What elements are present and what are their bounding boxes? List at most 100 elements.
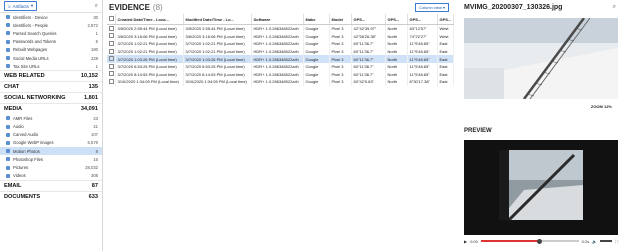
artifact-icon	[6, 56, 10, 61]
row-checkbox[interactable]	[107, 24, 116, 33]
table-row[interactable]: 3/7/2020 1:03:26 PM (Local time) 3/7/2020…	[107, 55, 454, 63]
row-checkbox[interactable]	[107, 40, 116, 48]
sidebar-item[interactable]: Social Media URLs 228	[0, 54, 102, 62]
sidebar-item[interactable]: Motion Photos 8	[0, 147, 102, 156]
search-icon[interactable]: ⌕	[613, 4, 616, 11]
table-cell: 3/7/2020 1:02:21 PM (Local time)	[115, 40, 184, 48]
sidebar-item[interactable]: Identifiers - People 2,872	[0, 21, 102, 29]
table-cell: East	[437, 78, 454, 86]
sidebar-category-count: 34,091	[80, 106, 98, 113]
row-checkbox[interactable]	[107, 70, 116, 79]
table-row[interactable]: 3/7/2020 6:53:25 PM (Local time) 3/7/2020…	[107, 62, 454, 71]
column-view-dropdown[interactable]: Column view ▾	[414, 2, 449, 12]
sidebar-item[interactable]: Tax Site URLs 1	[0, 62, 102, 70]
table-cell: Google	[303, 40, 330, 48]
table-cell: HDR+ 1.0.286348522zdh	[251, 47, 304, 56]
seek-bar[interactable]	[480, 238, 579, 244]
column-header[interactable]: Model	[329, 14, 352, 25]
table-cell: 11°5'48.65"	[407, 47, 438, 56]
table-cell: North	[385, 32, 408, 41]
sidebar-item[interactable]: AMR Files 23	[0, 114, 102, 122]
column-header[interactable]: GPS...	[437, 14, 454, 25]
photo-image	[464, 18, 618, 99]
play-icon[interactable]: ▶	[464, 239, 467, 244]
sidebar-category[interactable]: SOCIAL NETWORKING 1,801	[0, 92, 102, 103]
sidebar-item-count: 8	[95, 148, 98, 154]
table-cell: HDR+ 1.0.286348522zdh	[251, 70, 304, 79]
column-header[interactable]: Created Date/Time - Loca...	[115, 14, 184, 25]
table-cell: Pixel 3	[329, 32, 352, 41]
table-cell: 11°5'48.65"	[407, 40, 438, 48]
chevron-down-icon: ▾	[30, 3, 34, 8]
sidebar-item[interactable]: Rebuilt Webpages 180	[0, 46, 102, 54]
sidebar-category[interactable]: EMAIL 87	[0, 179, 102, 191]
artifact-icon	[6, 149, 10, 154]
table-cell: 8°30'17.38"	[407, 78, 438, 86]
sidebar-item[interactable]: Passwords and Tokens 5	[0, 38, 102, 46]
table-row[interactable]: 3/7/2020 1:02:21 PM (Local time) 3/7/2020…	[107, 40, 454, 48]
row-checkbox[interactable]	[107, 55, 116, 63]
sidebar-item[interactable]: Photoshop Files 16	[0, 155, 102, 163]
video-controls: ▶ 0:00 0:2s 🔈 ⛶	[464, 236, 618, 246]
sidebar-category[interactable]: WEB RELATED 10,152	[0, 70, 102, 81]
table-cell: 3/6/2020 3:16:06 PM (Local time)	[115, 32, 184, 41]
table-row[interactable]: 3/5/2020 2:55:44 PM (Local time) 3/5/2020…	[107, 24, 454, 33]
table-cell: 3/7/2020 1:02:21 PM (Local time)	[183, 40, 252, 48]
sidebar-item-label: Audio	[13, 124, 24, 130]
sidebar-item[interactable]: Parsed Search Queries 1	[0, 29, 102, 37]
sidebar-item-label: Photoshop Files	[13, 156, 44, 162]
sidebar-item[interactable]: Google WebP images 5,576	[0, 139, 102, 147]
column-header[interactable]: Make	[303, 14, 330, 25]
row-checkbox[interactable]	[107, 32, 116, 41]
table-row[interactable]: 3/10/2020 1:34:05 PM (Local time) 3/10/20…	[107, 78, 454, 86]
table-row[interactable]: 3/6/2020 3:16:06 PM (Local time) 3/6/2020…	[107, 32, 454, 41]
select-all-checkbox[interactable]	[107, 14, 116, 25]
table-cell: Pixel 3	[329, 78, 352, 86]
column-header[interactable]: GPS...	[351, 14, 386, 25]
sidebar-item-label: Motion Photos	[13, 148, 40, 154]
seek-progress	[480, 240, 540, 242]
sidebar-item[interactable]: Audio 21	[0, 123, 102, 131]
column-header[interactable]: Modified Date/Time - Lo...	[183, 14, 252, 25]
sidebar-category[interactable]: DOCUMENTS 633	[0, 190, 102, 202]
table-cell: West	[437, 24, 454, 33]
video-preview[interactable]	[464, 140, 618, 235]
volume-icon[interactable]: 🔈	[592, 239, 597, 244]
filter-icon: ≡	[8, 3, 11, 9]
total-time: 0:2s	[581, 238, 590, 244]
sidebar-category[interactable]: CHAT 135	[0, 81, 102, 92]
sidebar-item[interactable]: Pictures 28,032	[0, 163, 102, 171]
evidence-header: EVIDENCE (8) Column view ▾	[103, 0, 455, 14]
sidebar-category[interactable]: MEDIA 34,091	[0, 103, 102, 114]
fullscreen-icon[interactable]: ⛶	[615, 239, 618, 244]
table-cell: Pixel 3	[329, 55, 352, 63]
search-icon[interactable]: ⌕	[95, 3, 98, 10]
table-row[interactable]: 3/7/2020 1:02:21 PM (Local time) 3/7/2020…	[107, 47, 454, 56]
table-row[interactable]: 3/7/2020 8:14:53 PM (Local time) 3/7/2020…	[107, 70, 454, 79]
detail-panel: MVIMG_20200307_130326.jpg ⌕ ZOOM 12% PRE…	[458, 0, 624, 251]
video-frame	[464, 140, 618, 235]
seek-handle[interactable]	[537, 238, 543, 244]
sidebar-item[interactable]: Videos 308	[0, 172, 102, 180]
sidebar-item[interactable]: Identifiers - Device 30	[0, 13, 102, 21]
column-header[interactable]: GPS...	[385, 14, 408, 25]
table-cell: Pixel 3	[329, 47, 352, 56]
table-cell: 3/6/2020 3:16:06 PM (Local time)	[183, 32, 252, 41]
table-cell: North	[385, 78, 408, 86]
column-header[interactable]: GPS...	[407, 14, 438, 25]
table-cell: HDR+ 1.0.286348522zdh	[251, 32, 304, 41]
sidebar-item-count: 180	[91, 47, 98, 53]
sidebar-item[interactable]: Carved Audio 107	[0, 131, 102, 139]
row-checkbox[interactable]	[107, 62, 116, 71]
row-checkbox[interactable]	[107, 47, 116, 56]
column-header[interactable]: Software	[251, 14, 304, 25]
artifacts-dropdown-button[interactable]: ≡ Artifacts ▾	[4, 1, 38, 11]
row-checkbox[interactable]	[107, 78, 116, 86]
table-cell: 74°22'27"	[407, 32, 438, 41]
artifact-icon	[6, 31, 10, 36]
sidebar-item-label: Google WebP images	[13, 140, 54, 146]
photo-viewer[interactable]	[464, 18, 618, 99]
table-cell: 3/7/2020 6:53:25 PM (Local time)	[183, 62, 252, 71]
table-cell: East	[437, 40, 454, 48]
volume-slider[interactable]	[600, 240, 613, 242]
